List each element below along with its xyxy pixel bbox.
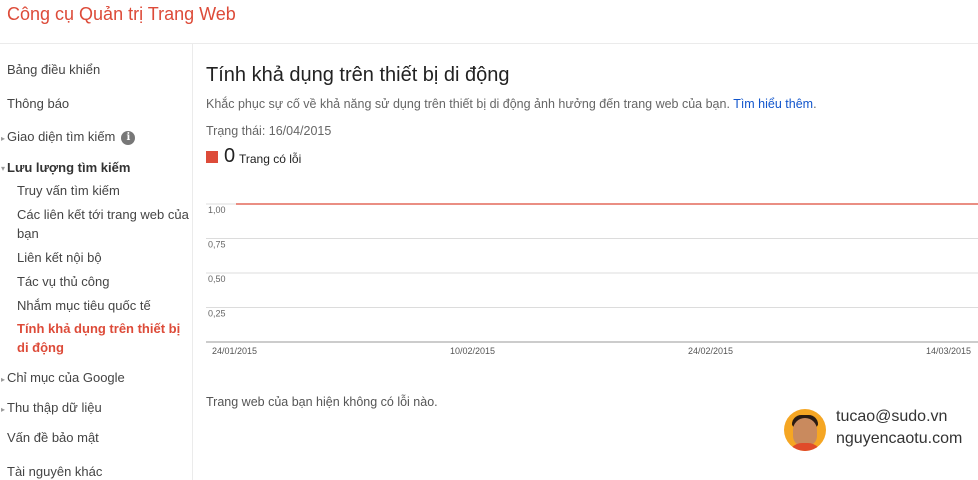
status-date: Trạng thái: 16/04/2015	[206, 124, 332, 138]
sidebar-item-security-issues[interactable]: Vấn đề bảo mật	[7, 430, 99, 445]
header: Công cụ Quản trị Trang Web	[0, 0, 978, 44]
sidebar-item-search-appearance[interactable]: Giao diện tìm kiếm i	[7, 129, 136, 145]
sidebar-subitem-links-to-site[interactable]: Các liên kết tới trang web của bạn	[17, 205, 189, 243]
watermark-site: nguyencaotu.com	[836, 430, 963, 447]
info-icon[interactable]: i	[121, 131, 136, 145]
x-tick-label: 10/02/2015	[450, 346, 495, 356]
y-tick-label: 0,75	[208, 240, 226, 250]
sidebar-item-label: Giao diện tìm kiếm	[7, 129, 116, 144]
sidebar-item-other-resources[interactable]: Tài nguyên khác	[7, 464, 102, 479]
watermark-email: tucao@sudo.vn	[836, 408, 948, 425]
sidebar-item-messages[interactable]: Thông báo	[7, 96, 69, 111]
legend-swatch	[206, 151, 218, 163]
sidebar-subitem-international-targeting[interactable]: Nhắm mục tiêu quốc tế	[17, 296, 189, 315]
y-tick-label: 1,00	[208, 205, 226, 215]
error-chart: 1,00 0,75 0,50 0,25 24/01/2015 10/02/2015 24/0…	[206, 203, 978, 356]
sidebar: Bảng điều khiển Thông báo ▸ Giao diện tì…	[0, 44, 193, 480]
sidebar-item-crawl[interactable]: Thu thập dữ liệu	[7, 400, 102, 415]
learn-more-link[interactable]: Tìm hiểu thêm	[733, 97, 813, 111]
sidebar-subitem-mobile-usability[interactable]: Tính khả dụng trên thiết bị di động	[17, 319, 189, 357]
legend-label: Trang có lỗi	[239, 152, 302, 166]
error-count: 0	[224, 145, 236, 167]
sidebar-item-google-index[interactable]: Chỉ mục của Google	[7, 370, 125, 385]
sidebar-item-search-traffic[interactable]: Lưu lượng tìm kiếm	[7, 160, 130, 175]
collapsed-arrow-icon: ▸	[1, 375, 6, 384]
watermark: tucao@sudo.vn nguyencaotu.com	[784, 408, 974, 454]
app-title[interactable]: Công cụ Quản trị Trang Web	[7, 4, 236, 25]
page-title: Tính khả dụng trên thiết bị di động	[206, 64, 510, 86]
sidebar-subitem-internal-links[interactable]: Liên kết nội bộ	[17, 248, 189, 267]
expanded-arrow-icon: ▾	[1, 164, 6, 173]
collapsed-arrow-icon: ▸	[1, 134, 6, 143]
no-errors-message: Trang web của bạn hiện không có lỗi nào.	[206, 395, 438, 409]
description-text: Khắc phục sự cố về khả năng sử dụng trên…	[206, 97, 730, 111]
page-description: Khắc phục sự cố về khả năng sử dụng trên…	[206, 97, 817, 111]
sidebar-subitem-manual-actions[interactable]: Tác vụ thủ công	[17, 272, 189, 291]
sidebar-subitem-search-queries[interactable]: Truy vấn tìm kiếm	[17, 181, 189, 200]
sidebar-item-dashboard[interactable]: Bảng điều khiển	[7, 62, 100, 77]
x-tick-label: 24/02/2015	[688, 346, 733, 356]
collapsed-arrow-icon: ▸	[1, 405, 6, 414]
y-tick-label: 0,50	[208, 274, 226, 284]
y-tick-label: 0,25	[208, 309, 226, 319]
x-tick-label: 14/03/2015	[926, 346, 971, 356]
avatar	[784, 409, 826, 451]
x-tick-label: 24/01/2015	[212, 346, 257, 356]
